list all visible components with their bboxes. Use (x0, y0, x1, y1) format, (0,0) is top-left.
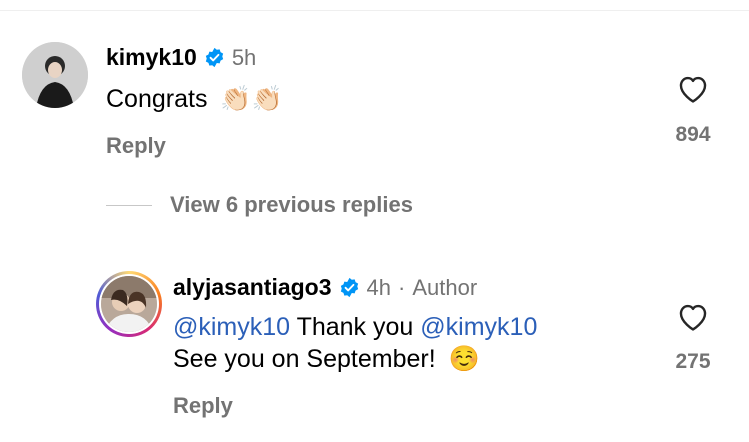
verified-badge-icon (204, 47, 225, 68)
reply-body-line-2: See you on September! (173, 345, 436, 373)
separator: · (398, 274, 406, 300)
like-heart-icon[interactable] (676, 72, 710, 104)
comment-text: Congrats 👏🏻👏🏻 (106, 83, 283, 115)
reply-body: Thank you (296, 313, 414, 341)
username[interactable]: kimyk10 (106, 44, 197, 71)
thread-line (106, 204, 152, 206)
timestamp: 5h (231, 44, 257, 70)
reply-header: alyjasantiago3 4h · Author (173, 274, 477, 301)
like-heart-icon[interactable] (676, 300, 710, 332)
username[interactable]: alyjasantiago3 (173, 274, 332, 301)
reply-button[interactable]: Reply (106, 133, 166, 159)
author-badge: Author (412, 274, 478, 300)
divider (0, 10, 749, 11)
clapping-hands-emoji: 👏🏻👏🏻 (220, 85, 283, 113)
story-ring[interactable] (96, 271, 162, 337)
like-count: 275 (675, 350, 711, 373)
view-replies-label: View 6 previous replies (170, 192, 413, 217)
reply-button[interactable]: Reply (173, 393, 233, 419)
like-count: 894 (675, 123, 711, 146)
verified-badge-icon (339, 277, 360, 298)
mention-link[interactable]: @kimyk10 (420, 313, 537, 341)
reply-text-line-2: See you on September! ☺️ (173, 343, 480, 375)
reply-text-line-1: @kimyk10 Thank you @kimyk10 (173, 311, 537, 343)
view-previous-replies-button[interactable]: View 6 previous replies (106, 192, 413, 218)
avatar[interactable] (22, 42, 88, 108)
timestamp: 4h (366, 274, 392, 300)
mention-link[interactable]: @kimyk10 (173, 313, 290, 341)
comment-body: Congrats (106, 85, 208, 113)
avatar[interactable] (101, 276, 157, 332)
comment-header: kimyk10 5h (106, 44, 256, 71)
smiling-emoji: ☺️ (448, 345, 480, 373)
